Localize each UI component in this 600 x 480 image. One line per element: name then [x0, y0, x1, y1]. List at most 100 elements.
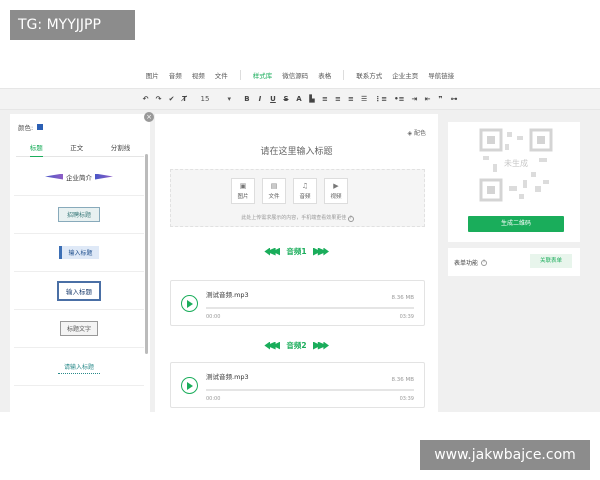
italic-icon[interactable]: I [257, 95, 263, 103]
align-center-icon[interactable]: ≡ [335, 95, 341, 103]
palette-icon: ◈ [407, 130, 413, 137]
bg-color-icon[interactable]: ▙ [309, 95, 315, 103]
align-left-icon[interactable]: ≡ [322, 95, 328, 103]
audio-filename: 测试音频.mp3 [206, 291, 249, 299]
help-icon[interactable]: ? [347, 216, 354, 222]
tab-title[interactable]: 标题 [29, 142, 43, 157]
format-brush-icon[interactable]: ✔ [169, 95, 175, 103]
color-scheme-label: 配色 [413, 130, 426, 137]
top-nav: 图片 音频 视频 文件 样式库 微信源码 表格 联系方式 企业主页 导航链接 [0, 68, 600, 82]
font-size-value: 15 [200, 95, 210, 103]
audio-duration: 03:39 [399, 396, 414, 402]
close-icon[interactable]: × [144, 112, 154, 122]
style-label: 企业简介 [66, 173, 92, 182]
chevron-down-icon: ▾ [227, 95, 231, 103]
justify-icon[interactable]: ☰ [361, 95, 367, 103]
clear-format-icon[interactable]: T̸ [182, 95, 188, 103]
audio-duration: 03:39 [399, 314, 414, 320]
audio-heading-1: 音频1 [155, 246, 438, 257]
upload-note: 此处上传需求展示的内容，手机端查看效果更佳 ? [171, 214, 424, 222]
style-item[interactable]: 企业简介 [14, 158, 144, 196]
audio-progress-track[interactable] [206, 307, 414, 309]
style-panel: 颜色: × 标题 正文 分割线 企业简介 招聘标题 输入标题 输入标题 标题文字… [10, 112, 154, 412]
tag-overlay: TG: MYYJJPP [10, 10, 135, 40]
audio-heading-text: 音频1 [286, 247, 307, 256]
nav-item-contact[interactable]: 联系方式 [356, 70, 382, 80]
audio-filesize: 8.36 MB [391, 295, 414, 301]
nav-item-table[interactable]: 表格 [318, 70, 331, 80]
style-item[interactable]: 请输入标题 [14, 348, 144, 386]
url-overlay: www.jakwbajce.com [420, 440, 590, 470]
audio-current-time: 00:00 [206, 396, 221, 402]
style-list-scrollbar[interactable] [145, 154, 148, 354]
style-preview-input-title: 输入标题 [59, 246, 99, 259]
upload-image-button[interactable]: ▣ 图片 [231, 178, 255, 204]
nav-item-image[interactable]: 图片 [146, 70, 159, 80]
audio-heading-text: 音频2 [286, 341, 307, 350]
nav-item-video[interactable]: 视频 [192, 70, 205, 80]
bold-icon[interactable]: B [244, 95, 250, 103]
link-icon[interactable]: ⊶ [450, 95, 457, 103]
arrows-right-icon [313, 342, 329, 350]
align-right-icon[interactable]: ≡ [348, 95, 354, 103]
nav-item-wechat-source[interactable]: 微信源码 [282, 70, 308, 80]
style-item[interactable]: 招聘标题 [14, 196, 144, 234]
page: TG: MYYJJPP 图片 音频 视频 文件 样式库 微信源码 表格 联系方式… [0, 0, 600, 480]
qr-status-label: 未生成 [504, 159, 528, 168]
nav-item-file[interactable]: 文件 [215, 70, 228, 80]
play-icon[interactable] [181, 377, 198, 394]
upload-file-button[interactable]: ▤ 文件 [262, 178, 286, 204]
tab-body[interactable]: 正文 [70, 142, 83, 152]
style-item[interactable]: 输入标题 [14, 234, 144, 272]
nav-item-nav-link[interactable]: 导航链接 [428, 70, 454, 80]
style-preview-please-input: 请输入标题 [57, 360, 100, 374]
style-item[interactable]: 标题文字 [14, 310, 144, 348]
redo-icon[interactable]: ↷ [156, 95, 162, 103]
tab-divider[interactable]: 分割线 [111, 142, 131, 152]
video-icon: ▶ [333, 182, 339, 190]
style-item[interactable]: 输入标题 [14, 272, 144, 310]
audio-filename: 测试音频.mp3 [206, 373, 249, 381]
image-icon: ▣ [239, 182, 247, 190]
color-swatch[interactable] [37, 124, 44, 130]
nav-group-links: 联系方式 企业主页 导航链接 [343, 70, 466, 80]
style-preview-input-title-framed: 输入标题 [57, 280, 101, 301]
strikethrough-icon[interactable]: S [283, 95, 289, 103]
color-scheme-button[interactable]: ◈ 配色 [407, 128, 426, 137]
ordered-list-icon[interactable]: ⋮≡ [374, 95, 387, 103]
title-input[interactable]: 请在这里输入标题 [155, 144, 438, 157]
generate-qr-button[interactable]: 生成二维码 [468, 216, 564, 232]
font-color-icon[interactable]: A [296, 95, 302, 103]
upload-buttons: ▣ 图片 ▤ 文件 ♫ 音频 ▶ 视频 [231, 178, 348, 204]
help-icon[interactable]: ? [481, 259, 488, 266]
style-list: 企业简介 招聘标题 输入标题 输入标题 标题文字 请输入标题 [14, 158, 144, 386]
nav-item-style-library[interactable]: 样式库 [253, 70, 273, 80]
audio-progress-track[interactable] [206, 389, 414, 391]
format-toolbar: ↶ ↷ ✔ T̸ 15 ▾ B I U S A ▙ ≡ ≡ ≡ ☰ ⋮≡ •≡ … [0, 88, 600, 110]
play-icon[interactable] [181, 295, 198, 312]
nav-item-audio[interactable]: 音频 [169, 70, 182, 80]
outdent-icon[interactable]: ⇤ [424, 95, 431, 103]
nav-item-company-home[interactable]: 企业主页 [392, 70, 418, 80]
file-icon: ▤ [270, 182, 278, 190]
arrows-left-icon [264, 341, 281, 350]
quote-icon[interactable]: ❞ [437, 95, 443, 103]
form-function-label: 表单功能 ? [454, 258, 488, 267]
qr-panel: 未生成 生成二维码 [448, 122, 580, 242]
underline-icon[interactable]: U [270, 95, 276, 103]
unordered-list-icon[interactable]: •≡ [394, 95, 404, 103]
upload-audio-button[interactable]: ♫ 音频 [293, 178, 317, 204]
indent-icon[interactable]: ⇥ [411, 95, 418, 103]
font-size-select[interactable]: 15 ▾ [201, 95, 231, 103]
color-picker-row[interactable]: 颜色: [18, 122, 44, 132]
color-label: 颜色: [18, 124, 34, 132]
undo-icon[interactable]: ↶ [143, 95, 149, 103]
style-preview-recruit: 招聘标题 [57, 207, 100, 222]
arrows-left-icon [264, 247, 281, 256]
style-preview-title-text: 标题文字 [59, 321, 98, 336]
music-icon: ♫ [301, 182, 309, 190]
upload-note-text: 此处上传需求展示的内容，手机端查看效果更佳 [241, 215, 347, 221]
link-form-button[interactable]: 关联表单 [530, 254, 572, 268]
upload-video-button[interactable]: ▶ 视频 [324, 178, 348, 204]
upload-label: 音频 [299, 194, 311, 200]
